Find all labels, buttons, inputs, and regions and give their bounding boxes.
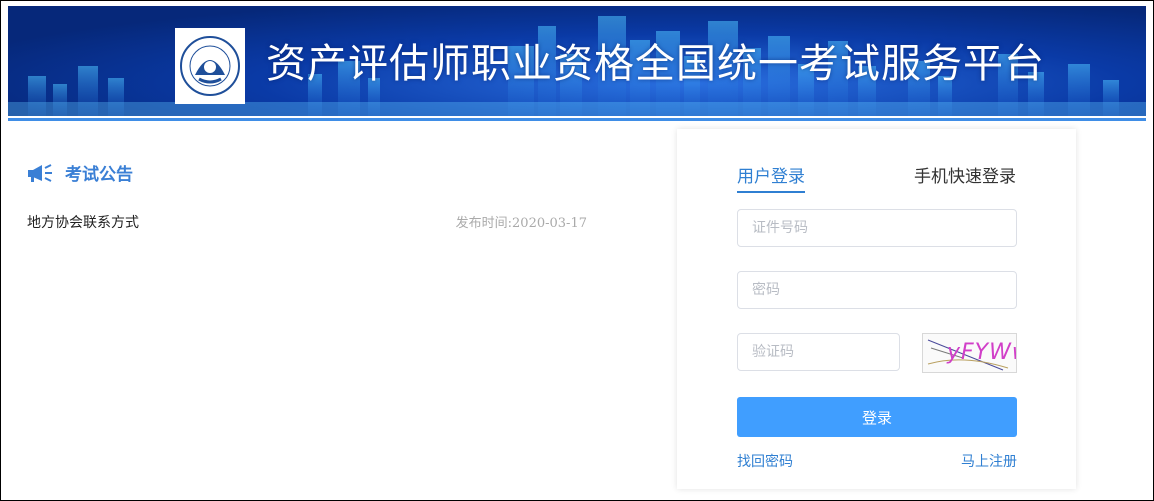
captcha-image[interactable]: yFYWw ,	[922, 333, 1017, 373]
captcha-text: yFYWw ,	[947, 340, 1016, 372]
header-divider	[8, 118, 1146, 121]
notice-list-item[interactable]: 地方协会联系方式 发布时间:2020-03-17	[27, 212, 587, 232]
society-logo	[175, 28, 245, 104]
password-input[interactable]	[737, 271, 1017, 309]
captcha-input[interactable]	[737, 333, 900, 371]
login-panel: 用户登录 手机快速登录 yFYWw , 登录 找回密码 马上注册	[677, 129, 1076, 489]
notice-title: 考试公告	[65, 165, 133, 185]
forgot-password-link[interactable]: 找回密码	[737, 451, 793, 471]
id-number-input[interactable]	[737, 209, 1017, 247]
header-banner: 资产评估师职业资格全国统一考试服务平台	[8, 6, 1146, 116]
notice-item-date: 发布时间:2020-03-17	[455, 216, 587, 231]
logo-emblem-icon	[180, 36, 240, 96]
tab-phone-login[interactable]: 手机快速登录	[914, 162, 1016, 187]
notice-header: 考试公告	[27, 160, 133, 185]
tab-user-login[interactable]: 用户登录	[737, 162, 805, 193]
register-link[interactable]: 马上注册	[961, 451, 1017, 471]
notice-item-title[interactable]: 地方协会联系方式	[27, 212, 139, 232]
site-title: 资产评估师职业资格全国统一考试服务平台	[266, 41, 1045, 87]
login-button[interactable]: 登录	[737, 397, 1017, 437]
megaphone-icon	[28, 163, 52, 182]
